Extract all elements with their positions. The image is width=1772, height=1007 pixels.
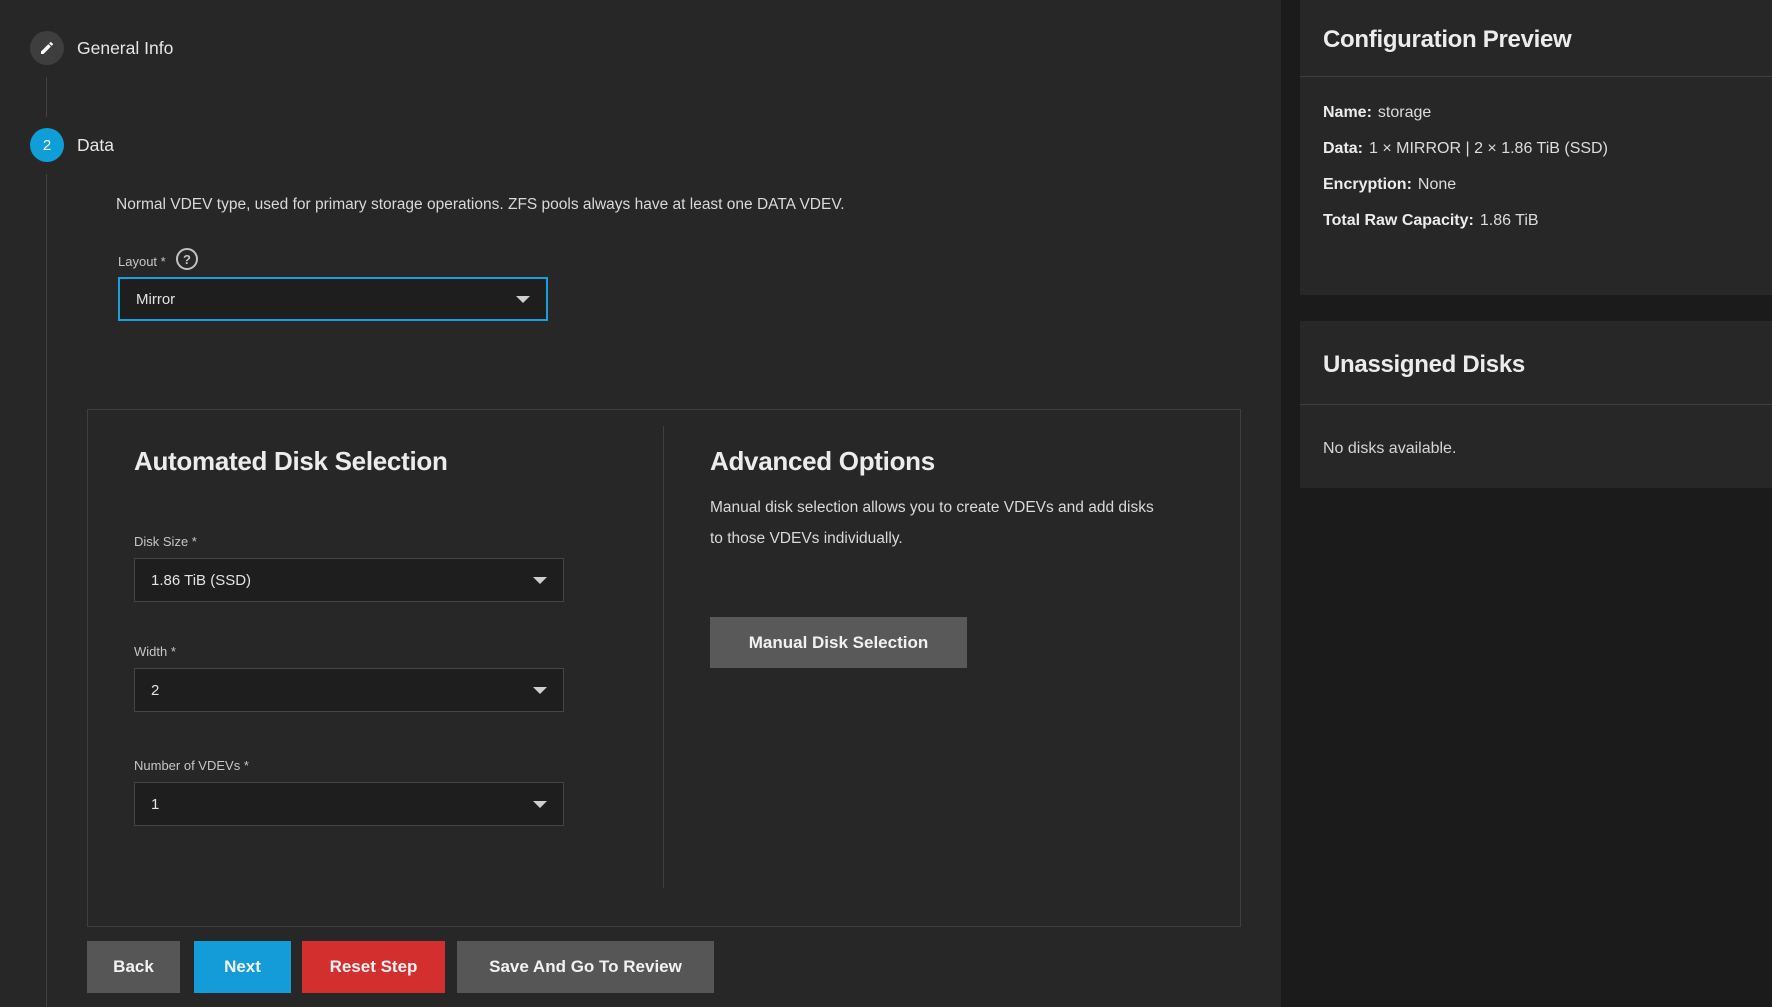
preview-row-name: Name: storage bbox=[1323, 104, 1431, 122]
preview-encryption-value: None bbox=[1418, 176, 1456, 193]
step-2-number: 2 bbox=[43, 137, 51, 154]
disk-size-label: Disk Size * bbox=[134, 534, 197, 549]
panel-column-divider bbox=[663, 426, 664, 888]
manual-disk-selection-button[interactable]: Manual Disk Selection bbox=[710, 617, 967, 668]
preview-data-value: 1 × MIRROR | 2 × 1.86 TiB (SSD) bbox=[1369, 140, 1608, 157]
chevron-down-icon bbox=[533, 687, 547, 694]
preview-capacity-value: 1.86 TiB bbox=[1480, 212, 1539, 229]
chevron-down-icon bbox=[516, 296, 530, 303]
number-of-vdevs-value: 1 bbox=[151, 796, 159, 813]
configuration-preview-title: Configuration Preview bbox=[1323, 26, 1571, 54]
preview-row-encryption: Encryption: None bbox=[1323, 176, 1456, 194]
card-divider bbox=[1300, 404, 1772, 405]
step-1-indicator[interactable] bbox=[30, 31, 64, 65]
preview-row-total-raw-capacity: Total Raw Capacity: 1.86 TiB bbox=[1323, 212, 1539, 230]
wizard-main-area: General Info 2 Data Normal VDEV type, us… bbox=[0, 0, 1281, 1007]
number-of-vdevs-label: Number of VDEVs * bbox=[134, 758, 249, 773]
layout-field-label: Layout * bbox=[118, 254, 166, 269]
unassigned-disks-title: Unassigned Disks bbox=[1323, 351, 1525, 379]
disk-selection-panel: Automated Disk Selection Disk Size * 1.8… bbox=[87, 409, 1241, 927]
preview-encryption-label: Encryption: bbox=[1323, 176, 1412, 193]
disk-size-select[interactable]: 1.86 TiB (SSD) bbox=[134, 558, 564, 602]
pencil-icon bbox=[39, 40, 55, 56]
card-divider bbox=[1300, 76, 1772, 77]
step-1-label[interactable]: General Info bbox=[77, 38, 173, 59]
width-select[interactable]: 2 bbox=[134, 668, 564, 712]
chevron-down-icon bbox=[533, 801, 547, 808]
layout-select[interactable]: Mirror bbox=[118, 277, 548, 321]
reset-step-button[interactable]: Reset Step bbox=[302, 941, 445, 993]
advanced-options-description: Manual disk selection allows you to crea… bbox=[710, 492, 1170, 554]
data-vdev-description: Normal VDEV type, used for primary stora… bbox=[116, 196, 845, 214]
disk-size-value: 1.86 TiB (SSD) bbox=[151, 572, 251, 589]
advanced-options-title: Advanced Options bbox=[710, 446, 935, 477]
back-button[interactable]: Back bbox=[87, 941, 180, 993]
width-value: 2 bbox=[151, 682, 159, 699]
no-disks-message: No disks available. bbox=[1323, 440, 1456, 458]
next-button[interactable]: Next bbox=[194, 941, 291, 993]
chevron-down-icon bbox=[533, 577, 547, 584]
preview-name-label: Name: bbox=[1323, 104, 1372, 121]
preview-data-label: Data: bbox=[1323, 140, 1363, 157]
stepper-connector-line bbox=[46, 174, 47, 1007]
help-icon[interactable]: ? bbox=[176, 248, 198, 270]
preview-row-data: Data: 1 × MIRROR | 2 × 1.86 TiB (SSD) bbox=[1323, 140, 1608, 158]
layout-select-value: Mirror bbox=[136, 291, 175, 308]
save-and-go-to-review-button[interactable]: Save And Go To Review bbox=[457, 941, 714, 993]
automated-disk-selection-title: Automated Disk Selection bbox=[134, 446, 448, 477]
help-icon-glyph: ? bbox=[183, 252, 191, 267]
preview-capacity-label: Total Raw Capacity: bbox=[1323, 212, 1474, 229]
step-2-indicator[interactable]: 2 bbox=[30, 128, 64, 162]
number-of-vdevs-select[interactable]: 1 bbox=[134, 782, 564, 826]
stepper-connector-line bbox=[46, 77, 47, 117]
preview-name-value: storage bbox=[1378, 104, 1431, 121]
step-2-label[interactable]: Data bbox=[77, 135, 114, 156]
width-label: Width * bbox=[134, 644, 176, 659]
